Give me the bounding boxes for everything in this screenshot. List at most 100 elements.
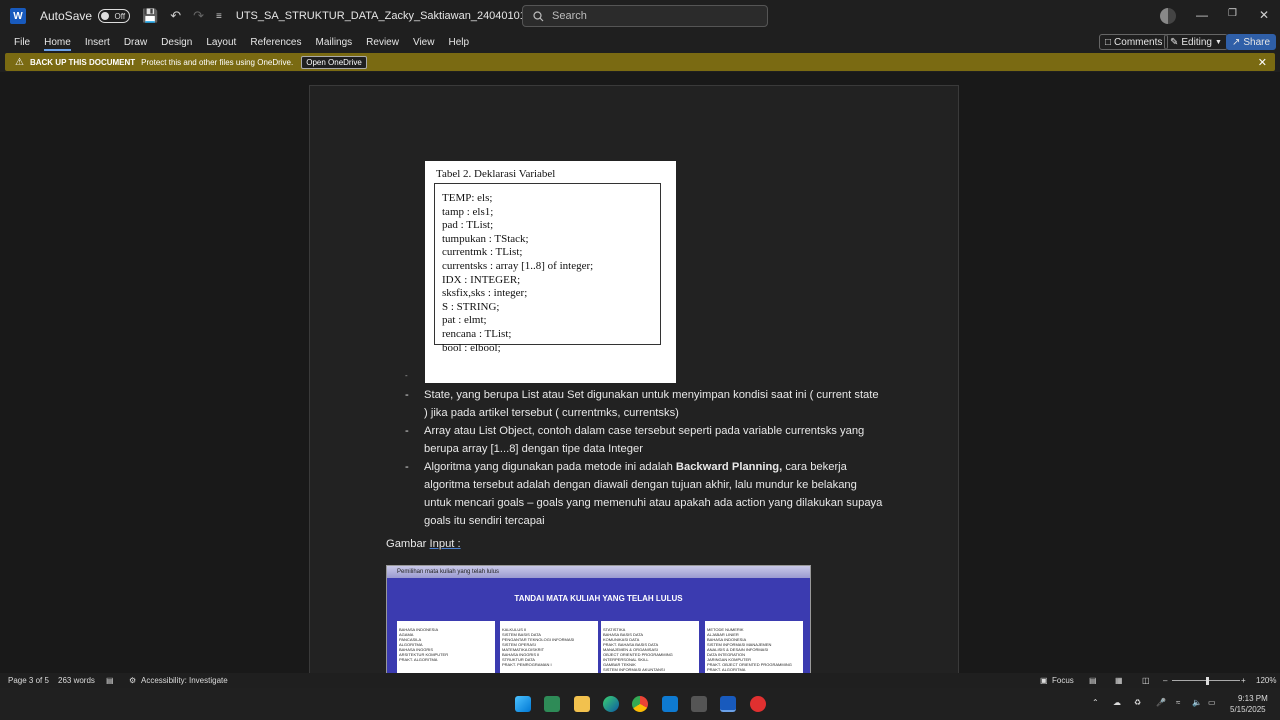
accessibility-icon: ⚙ [129,676,137,685]
tab-layout[interactable]: Layout [206,32,236,52]
banner-close-icon[interactable]: ✕ [1258,56,1267,69]
close-icon[interactable]: ✕ [1259,8,1269,22]
zoom-level[interactable]: 120% [1256,676,1276,685]
bullet-text: State, yang berupa List atau Set digunak… [424,389,879,419]
screenshot-column-list: KALKULUS II SISTEM BASIS DATA PENGANTAR TE… [500,621,598,673]
chrome-icon[interactable] [632,696,648,712]
app-icon-green[interactable] [544,696,560,712]
tray-chevron-icon[interactable]: ⌃ [1092,698,1099,707]
bullet-text-before: Algoritma yang digunakan pada metode ini… [424,461,676,473]
zoom-out-icon[interactable]: – [1163,676,1167,685]
autosave-toggle[interactable]: Off [98,9,131,23]
volume-icon[interactable]: 🔈 [1192,698,1202,707]
variable-line: currentmk : TList; [442,246,523,259]
tab-references[interactable]: References [250,32,301,52]
input-screenshot-image: Pemilihan mata kuliah yang telah lulus T… [386,565,811,673]
screenshot-column-list: BAHASA INDONESIA AGAMA PANCASILA ALGORITMA B… [397,621,495,673]
restore-icon[interactable]: ❐ [1228,8,1237,19]
share-button[interactable]: ↗ Share [1226,34,1277,50]
figure-label: Gambar Input : [386,538,461,550]
banner-message: Protect this and other files using OneDr… [141,57,294,67]
vscode-icon[interactable] [662,696,678,712]
variable-line: bool : elbool; [442,341,501,354]
focus-icon: ▣ [1040,676,1048,685]
variable-table-image: Tabel 2. Deklarasi Variabel TEMP: els; t… [425,161,676,383]
screenshot-window-title: Pemilihan mata kuliah yang telah lulus [387,566,810,578]
profile-avatar[interactable] [1160,8,1176,24]
proofing-icon[interactable]: ▤ [106,676,114,685]
recorder-icon[interactable] [750,696,766,712]
variable-line: rencana : TList; [442,327,512,340]
accessibility-status[interactable]: Accessibility: Investigate [141,676,228,685]
search-box[interactable]: Search [522,5,768,27]
variable-line: pad : TList; [442,219,494,232]
editing-mode-button[interactable]: ✎ Editing ▼ [1164,34,1228,50]
bullet-dash: - [405,425,409,437]
screenshot-course-item: PRAKT. ALGORITMA [399,657,438,662]
variable-line: IDX : INTEGER; [442,273,521,286]
calculator-icon[interactable] [691,696,707,712]
customize-qat-icon[interactable]: ≡ [216,11,222,22]
edge-icon[interactable] [603,696,619,712]
ribbon-tabs: File Home Insert Draw Design Layout Refe… [0,32,1280,52]
mic-icon[interactable]: 🎤 [1156,698,1166,707]
print-layout-icon[interactable]: ▦ [1115,676,1123,685]
file-explorer-icon[interactable] [574,696,590,712]
zoom-slider-thumb[interactable] [1206,677,1209,685]
tab-file[interactable]: File [14,32,30,52]
variable-line: tamp : els1; [442,205,494,218]
read-mode-icon[interactable]: ▤ [1089,676,1097,685]
redo-icon[interactable]: ↷ [193,8,204,24]
bullet-dash: - [405,389,409,401]
minimize-icon[interactable]: — [1196,8,1208,22]
taskbar-date[interactable]: 5/15/2025 [1230,705,1266,714]
sync-icon[interactable]: ♻ [1134,698,1141,707]
tab-draw[interactable]: Draw [124,32,147,52]
warning-icon: ⚠ [15,56,24,68]
list-item[interactable]: - State, yang berupa List atau Set digun… [405,386,885,422]
windows-start-icon[interactable] [515,696,531,712]
screenshot-course-item: PRAKT. PEMROGRAMAN I [502,662,552,667]
status-bar: Page 3 of 5 263 words ▤ ⚙ Accessibility:… [0,673,1280,688]
comments-label: Comments [1114,36,1163,48]
zoom-in-icon[interactable]: + [1241,676,1246,685]
tab-view[interactable]: View [413,32,435,52]
battery-icon[interactable]: ▭ [1208,698,1216,707]
variable-line: currentsks : array [1..8] of integer; [442,259,594,272]
screenshot-course-item: SISTEM INFORMASI AKUNTANSI [603,667,665,672]
figure-label-prefix: Gambar [386,538,430,550]
tab-help[interactable]: Help [448,32,469,52]
search-icon [533,10,544,21]
open-onedrive-button[interactable]: Open OneDrive [301,55,367,69]
screenshot-heading: TANDAI MATA KULIAH YANG TELAH LULUS [514,594,683,603]
list-item[interactable]: - Array atau List Object, contoh dalam c… [405,422,885,458]
variable-line: sksfix,sks : integer; [442,287,528,300]
focus-button[interactable]: Focus [1052,676,1074,685]
save-icon[interactable]: 💾 [142,8,158,24]
tab-insert[interactable]: Insert [85,32,110,52]
wifi-icon[interactable]: ≈ [1176,698,1180,707]
comments-button[interactable]: □ Comments [1099,34,1169,50]
bullet-dash: - [405,461,409,473]
screenshot-column-list: METODE NUMERIK ALJABAR LINIER BAHASA INDON… [705,621,803,673]
list-item[interactable]: - Algoritma yang digunakan pada metode i… [405,458,885,530]
tab-home[interactable]: Home [44,32,71,52]
comment-icon: □ [1105,36,1112,48]
tab-review[interactable]: Review [366,32,399,52]
word-count[interactable]: 263 words [58,676,95,685]
page-count[interactable]: Page 3 of 5 [8,676,49,685]
autosave-label: AutoSave [40,9,93,23]
share-icon: ↗ [1232,36,1241,48]
taskbar-time[interactable]: 9:13 PM [1238,694,1268,703]
document-page[interactable]: Tabel 2. Deklarasi Variabel TEMP: els; t… [309,85,959,673]
empty-bullet-marker: - [405,371,408,380]
title-bar: W AutoSave Off 💾 ↶ ↷ ≡ UTS_SA_STRUKTUR_D… [0,0,1280,32]
document-canvas[interactable]: Tabel 2. Deklarasi Variabel TEMP: els; t… [0,72,1280,673]
tab-design[interactable]: Design [161,32,192,52]
bullet-bold-term: Backward Planning, [675,461,783,473]
word-taskbar-icon[interactable] [720,696,736,712]
undo-icon[interactable]: ↶ [170,8,181,24]
onedrive-icon[interactable]: ☁ [1113,698,1121,707]
tab-mailings[interactable]: Mailings [315,32,352,52]
web-layout-icon[interactable]: ◫ [1142,676,1150,685]
